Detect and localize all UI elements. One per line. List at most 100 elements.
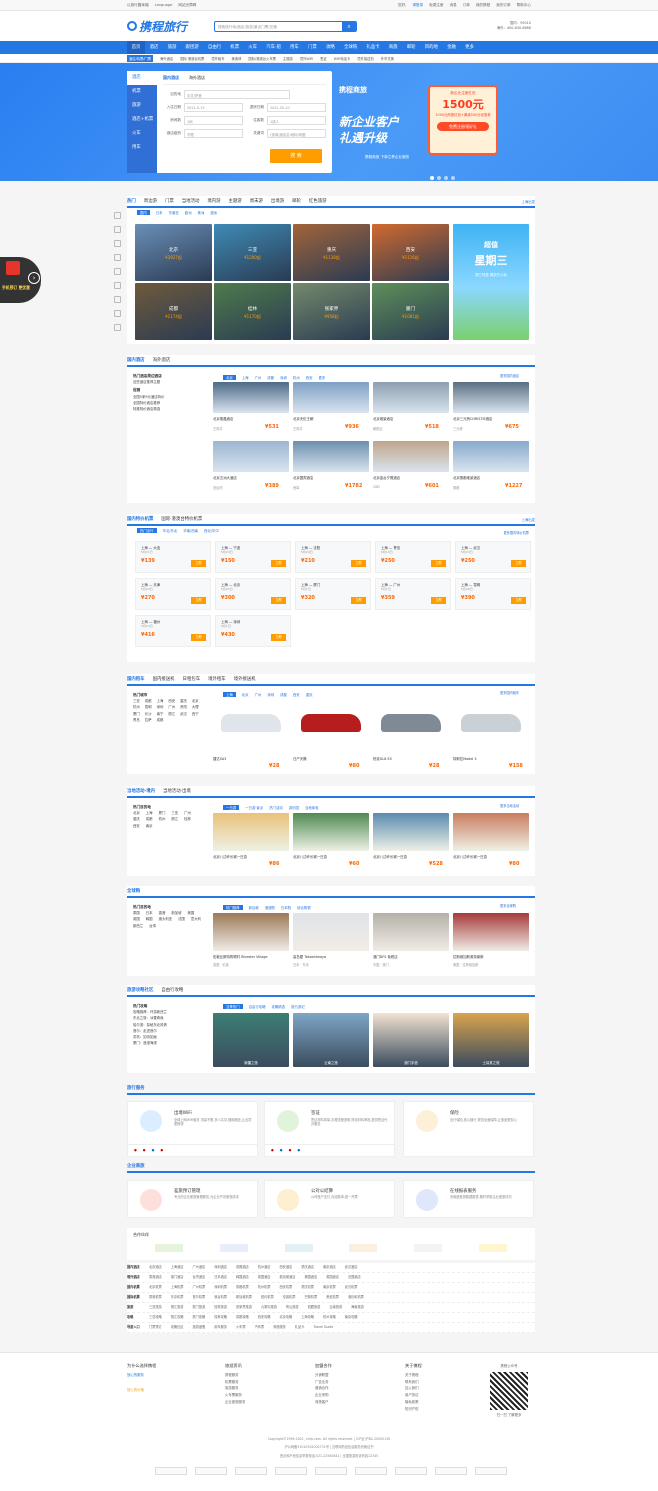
- nav-item[interactable]: 酒店: [145, 41, 163, 54]
- destination-card[interactable]: 西安 ¥1116起: [372, 224, 449, 281]
- guide-filter[interactable]: 攻略精选: [272, 1004, 286, 1009]
- partner-logo[interactable]: [349, 1244, 378, 1252]
- nav-item[interactable]: 机票: [226, 41, 244, 54]
- nav-item[interactable]: 目的地: [420, 41, 442, 54]
- more-flights-link[interactable]: 更多国内特价机票: [504, 530, 530, 535]
- footer-link[interactable]: 泰国酒店: [258, 1275, 271, 1280]
- car-city-filter[interactable]: 上海: [223, 692, 236, 697]
- guests-select[interactable]: 1成人: [267, 116, 326, 125]
- car-city[interactable]: 成都: [157, 717, 164, 723]
- activity-photo[interactable]: [213, 813, 289, 851]
- car-city[interactable]: 拉萨: [145, 717, 152, 723]
- shop-name[interactable]: 佐敦比斯特购物村 Bicester Village: [213, 954, 289, 959]
- flight-deal[interactable]: 上海 — 宁波 5月24日 ¥150 立即: [215, 541, 291, 573]
- footer-link[interactable]: 营销合作: [315, 1385, 332, 1392]
- nav-item[interactable]: 更多: [460, 41, 478, 54]
- nav-item[interactable]: 邮轮: [402, 41, 420, 54]
- flight-deal[interactable]: 上海 — 厦门 6月1日 ¥320 立即: [295, 578, 371, 610]
- ticket-icon[interactable]: [114, 268, 121, 275]
- language-selector[interactable]: Language: [155, 3, 173, 7]
- keyword-input[interactable]: (选填)酒店名/地标/商圈: [267, 129, 326, 138]
- dest-input[interactable]: 中文/拼音: [184, 90, 290, 99]
- footer-link[interactable]: 美国酒店: [304, 1275, 317, 1280]
- guide-filter[interactable]: 自由行攻略: [249, 1004, 266, 1009]
- destination-card[interactable]: 三亚 ¥1200起: [214, 224, 291, 281]
- car-photo[interactable]: [213, 700, 289, 748]
- dest-tab[interactable]: 出境游: [271, 198, 284, 204]
- shop-city[interactable]: 意大利: [191, 916, 201, 922]
- footer-link[interactable]: 日本酒店: [214, 1275, 227, 1280]
- footer-link[interactable]: 曼谷机票: [214, 1295, 227, 1300]
- guide-photo[interactable]: 澳门手信: [373, 1013, 449, 1067]
- destination-card[interactable]: 重庆 ¥1138起: [293, 224, 370, 281]
- activity-city[interactable]: 西安: [133, 823, 140, 829]
- train-icon[interactable]: [114, 240, 121, 247]
- destination-card[interactable]: 桂林 ¥1170起: [214, 283, 291, 340]
- footer-link[interactable]: 云南旅游: [329, 1305, 342, 1310]
- tab-domestic-hotel[interactable]: 国内酒店: [127, 357, 145, 363]
- subnav-item[interactable]: 境外租车: [211, 56, 224, 61]
- book-button[interactable]: 立即: [431, 597, 446, 604]
- dest-filter[interactable]: 澳洲: [210, 210, 217, 215]
- orders-link[interactable]: 订单: [463, 3, 470, 8]
- footer-link[interactable]: 加入我们: [405, 1385, 422, 1392]
- nav-item[interactable]: 首页: [127, 41, 145, 54]
- guide-link[interactable]: 厦门：浪漫海滨: [133, 1040, 205, 1046]
- car-city-filter[interactable]: 西安: [293, 692, 300, 697]
- subnav-item[interactable]: 国际·港澳台机票: [180, 56, 204, 61]
- car-city[interactable]: 西宁: [192, 711, 199, 717]
- footer-link[interactable]: 成都攻略: [236, 1315, 249, 1320]
- hotel-city-filter[interactable]: 杭州: [293, 375, 300, 380]
- hotel-photo[interactable]: [213, 382, 289, 413]
- dest-tab[interactable]: 周边游: [144, 198, 157, 204]
- travel-management-card[interactable]: 差旅预订管理 专业的企业差旅管理服务,为企业节省差旅成本: [127, 1180, 258, 1218]
- footer-link[interactable]: 机票服务: [225, 1379, 245, 1386]
- footer-link[interactable]: 台湾酒店: [193, 1275, 206, 1280]
- trust-badge[interactable]: [475, 1467, 507, 1475]
- footer-link[interactable]: 桂林旅游: [214, 1305, 227, 1310]
- footer-link[interactable]: 北京酒店: [149, 1265, 162, 1270]
- hotel-city-filter[interactable]: 北京: [223, 375, 236, 380]
- activity-name[interactable]: 北京八达岭长城一日游: [213, 854, 289, 859]
- footer-link[interactable]: 悉尼机票: [326, 1295, 339, 1300]
- footer-link[interactable]: 法国酒店: [348, 1275, 361, 1280]
- shop-icon[interactable]: [114, 296, 121, 303]
- dest-tab[interactable]: 红色旅游: [309, 198, 327, 204]
- footer-link[interactable]: 北京攻略: [280, 1315, 293, 1320]
- car-name[interactable]: 特斯拉Model 3: [453, 756, 477, 761]
- dest-tab[interactable]: 门票: [165, 198, 174, 204]
- app-promo-float[interactable]: 手机预订 更优惠 ›: [0, 257, 41, 303]
- footer-link[interactable]: 携程服务: [225, 1372, 245, 1379]
- car-photo[interactable]: [373, 700, 449, 748]
- footer-link[interactable]: 洛杉矶机票: [348, 1295, 364, 1300]
- footer-link[interactable]: 分销联盟: [315, 1372, 332, 1379]
- hotel-city-filter[interactable]: 西安: [306, 375, 313, 380]
- nav-item[interactable]: 门票: [303, 41, 321, 54]
- shop-photo[interactable]: [293, 913, 369, 951]
- hotel-photo[interactable]: [293, 441, 369, 472]
- activity-photo[interactable]: [373, 813, 449, 851]
- car-city-filter[interactable]: 重庆: [306, 692, 313, 697]
- shop-name[interactable]: 澳门DFS 免税店: [373, 954, 449, 959]
- booking-side-tab[interactable]: 用车: [127, 141, 157, 155]
- footer-link[interactable]: 丽江攻略: [171, 1315, 184, 1320]
- footer-link[interactable]: 北京机票: [149, 1285, 162, 1290]
- footer-link[interactable]: 广告业务: [315, 1379, 332, 1386]
- car-city-filter[interactable]: 北京: [242, 692, 249, 697]
- messages-link[interactable]: 消息: [450, 3, 457, 8]
- footer-link[interactable]: 武汉酒店: [345, 1265, 358, 1270]
- footer-link[interactable]: 西藏旅游: [308, 1305, 321, 1310]
- footer-link[interactable]: 英国酒店: [326, 1275, 339, 1280]
- hotel-city-filter[interactable]: 广州: [255, 375, 262, 380]
- shop-city[interactable]: 澳大利亚: [159, 916, 173, 922]
- footer-link[interactable]: 澳门酒店: [171, 1275, 184, 1280]
- hotel-city-filter[interactable]: 更多: [318, 375, 325, 380]
- footer-link[interactable]: 杭州酒店: [258, 1265, 271, 1270]
- book-button[interactable]: 立即: [191, 634, 206, 641]
- footer-link[interactable]: 深圳机票: [214, 1285, 227, 1290]
- dest-tab[interactable]: 主题游: [229, 198, 242, 204]
- flight-deal[interactable]: 上海 — 福州 5月24日 ¥416 立即: [135, 615, 211, 647]
- register-link[interactable]: 免费注册: [429, 3, 443, 8]
- trust-badge[interactable]: [395, 1467, 427, 1475]
- subnav-item[interactable]: WiFi电话卡: [334, 56, 351, 61]
